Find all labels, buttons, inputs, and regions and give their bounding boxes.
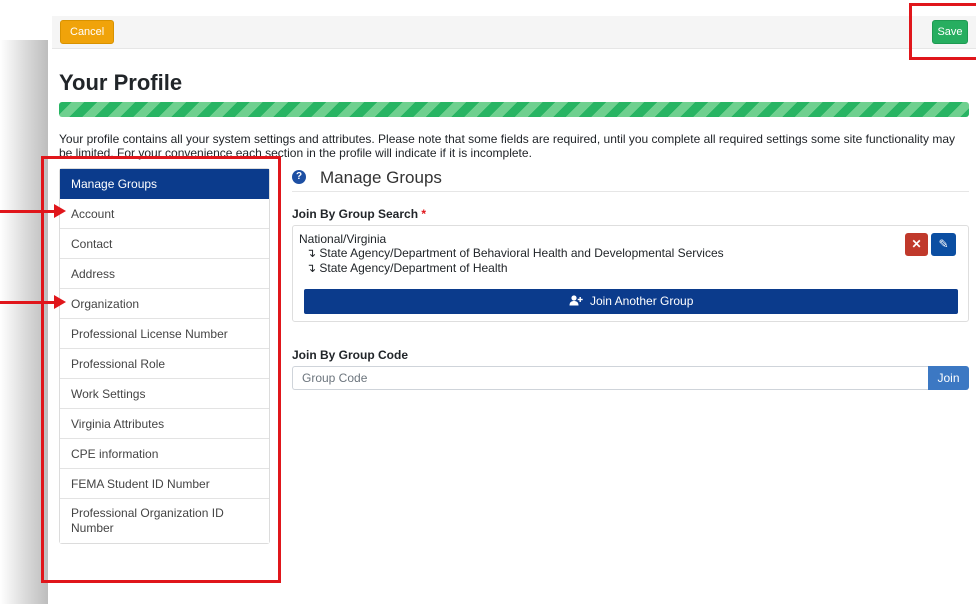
annotation-arrow-account — [0, 204, 66, 218]
cancel-button[interactable]: Cancel — [60, 20, 115, 44]
group-code-input[interactable] — [292, 366, 928, 390]
sidebar-item-virginia-attributes[interactable]: Virginia Attributes — [60, 409, 269, 439]
annotation-arrow-organization — [0, 295, 66, 309]
top-toolbar: Cancel Save — [52, 16, 976, 49]
required-mark: * — [421, 207, 427, 221]
page-title: Your Profile — [59, 70, 183, 95]
save-annotation-box — [909, 3, 976, 60]
sidebar-item-professional-license-number[interactable]: Professional License Number — [60, 319, 269, 349]
profile-progress-bar — [59, 102, 969, 117]
join-another-group-button[interactable]: Join Another Group — [304, 289, 958, 314]
pencil-icon[interactable]: ✎ — [931, 233, 956, 256]
join-by-group-search-label: Join By Group Search * — [292, 207, 426, 221]
group-child-1: ↴ State Agency/Department of Behavioral … — [306, 246, 724, 260]
question-circle-icon[interactable]: ? — [292, 170, 306, 184]
sidebar-item-professional-role[interactable]: Professional Role — [60, 349, 269, 379]
group-child-label: State Agency/Department of Health — [319, 261, 508, 275]
sidebar-item-organization[interactable]: Organization — [60, 289, 269, 319]
sidebar-item-professional-organization-id-number[interactable]: Professional Organization ID Number — [60, 499, 269, 543]
sidebar-item-account[interactable]: Account — [60, 199, 269, 229]
join-another-group-label: Join Another Group — [589, 294, 694, 308]
group-child-label: State Agency/Department of Behavioral He… — [319, 246, 724, 260]
child-arrow-icon: ↴ — [306, 246, 317, 260]
group-child-2: ↴ State Agency/Department of Health — [306, 261, 508, 275]
times-icon[interactable]: ✕ — [905, 233, 928, 256]
join-search-label-text: Join By Group Search — [292, 207, 419, 221]
user-plus-icon — [569, 294, 586, 308]
section-title: Manage Groups — [320, 168, 442, 187]
join-by-group-code-label: Join By Group Code — [292, 348, 409, 362]
group-card: National/Virginia ↴ State Agency/Departm… — [292, 225, 969, 322]
child-arrow-icon: ↴ — [306, 261, 317, 275]
sidebar-item-address[interactable]: Address — [60, 259, 269, 289]
sidebar-item-manage-groups[interactable]: Manage Groups — [60, 169, 269, 199]
sidebar-item-fema-student-id-number[interactable]: FEMA Student ID Number — [60, 469, 269, 499]
group-root: National/Virginia — [299, 232, 387, 246]
section-header: ? Manage Groups — [292, 168, 969, 192]
profile-sidebar: Manage Groups Account Contact Address Or… — [59, 168, 270, 544]
sidebar-item-cpe-information[interactable]: CPE information — [60, 439, 269, 469]
join-button[interactable]: Join — [928, 366, 969, 390]
sidebar-item-contact[interactable]: Contact — [60, 229, 269, 259]
left-shadow-top — [0, 0, 48, 40]
sidebar-item-work-settings[interactable]: Work Settings — [60, 379, 269, 409]
